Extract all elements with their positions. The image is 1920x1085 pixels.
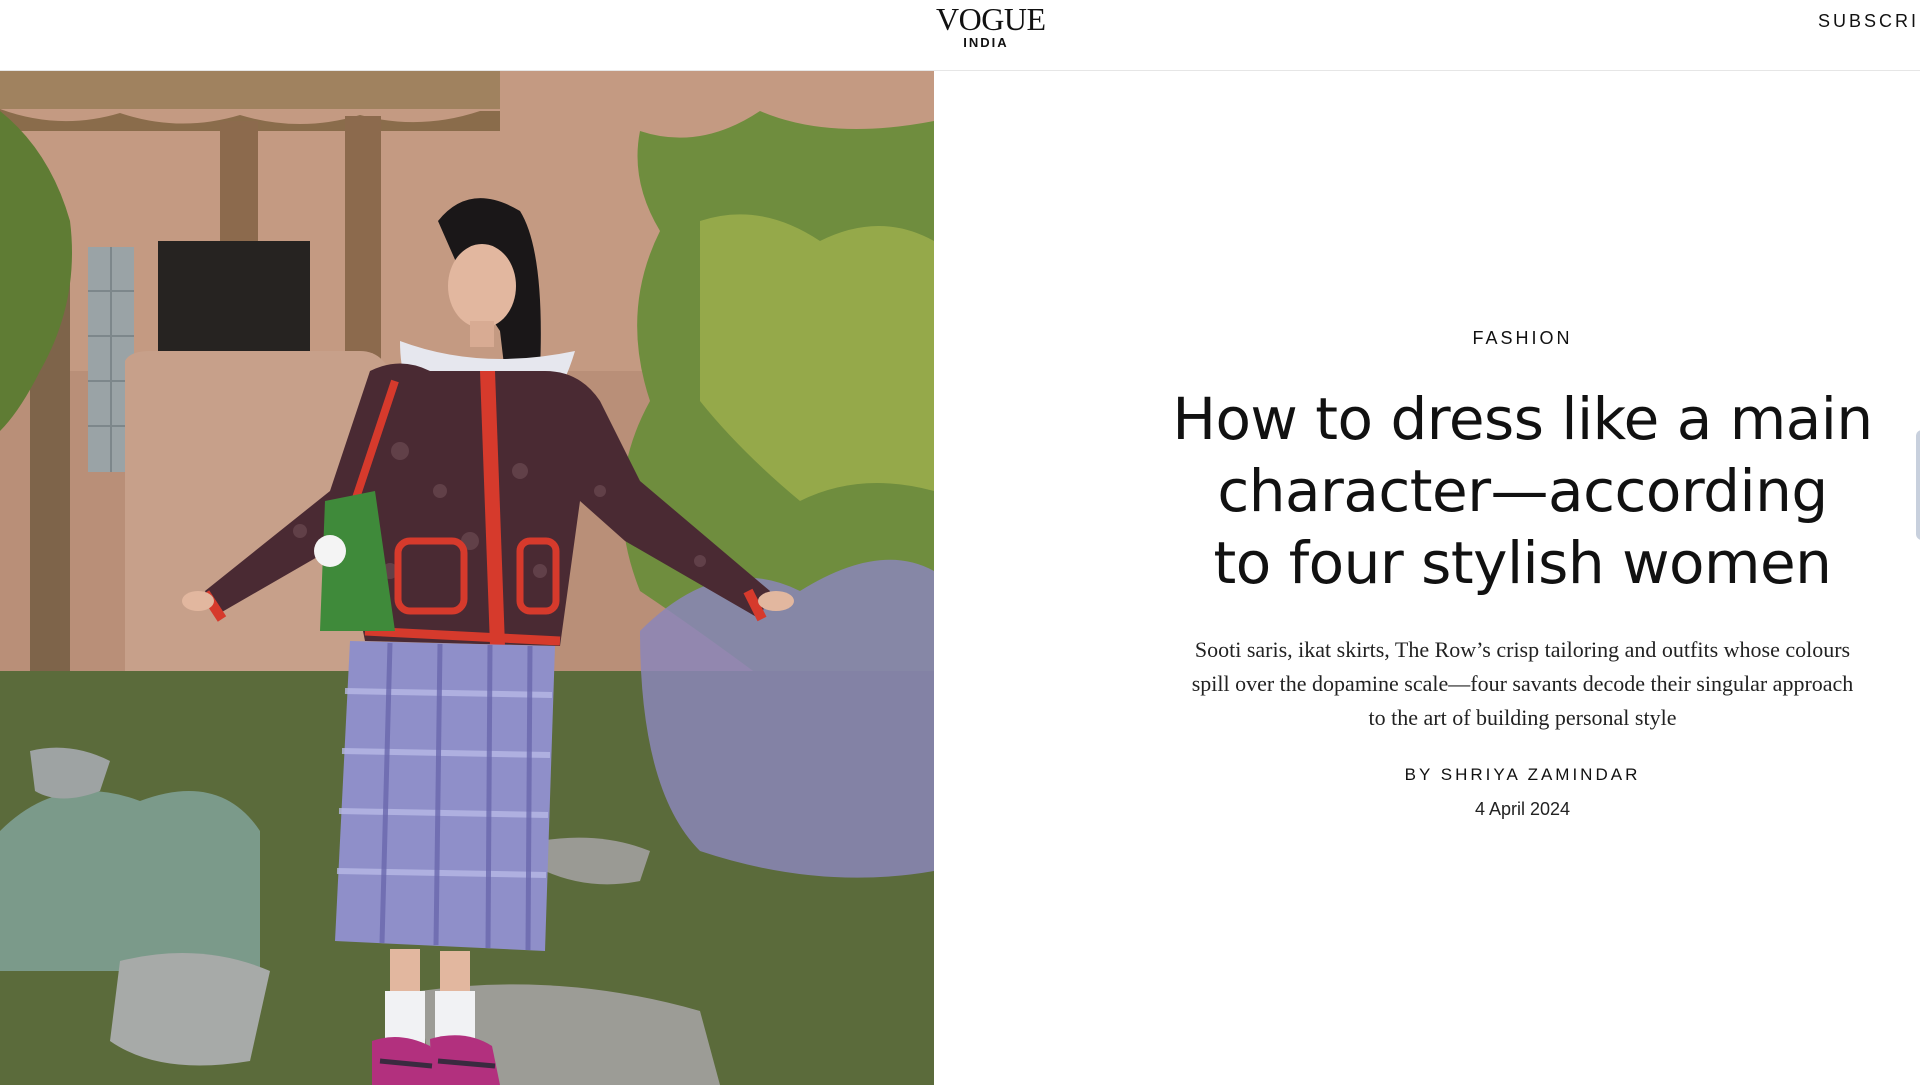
partial-element xyxy=(1916,430,1920,540)
logo-edition: INDIA xyxy=(963,35,1009,50)
hero-image xyxy=(0,71,934,1085)
logo-wordmark: VOGUE xyxy=(936,1,1046,37)
headline-line: to four stylish women xyxy=(1213,529,1832,597)
category-link[interactable]: FASHION xyxy=(1472,328,1572,349)
dek-line: Sooti saris, ikat skirts, The Row’s cris… xyxy=(1194,637,1851,662)
site-header: VOGUE INDIA SUBSCRIB xyxy=(0,0,1920,71)
article-headline: How to dress like a main character—accor… xyxy=(1155,383,1890,599)
byline-prefix: BY xyxy=(1404,765,1434,784)
article-dek: Sooti saris, ikat skirts, The Row’s cris… xyxy=(1160,633,1885,735)
vogue-india-logo[interactable]: VOGUE INDIA xyxy=(936,1,1046,50)
headline-line: How to dress like a main xyxy=(1172,385,1873,453)
byline: BY SHRIYA ZAMINDAR xyxy=(1155,765,1890,785)
hero-illustration xyxy=(0,71,934,1085)
article-header: FASHION How to dress like a main charact… xyxy=(1155,300,1890,820)
dek-line: to the art of building personal style xyxy=(1368,705,1677,730)
subscribe-link[interactable]: SUBSCRIB xyxy=(1818,11,1920,32)
author-link[interactable]: SHRIYA ZAMINDAR xyxy=(1441,765,1641,784)
headline-line: character—according xyxy=(1217,457,1828,525)
publish-date: 4 April 2024 xyxy=(1474,799,1571,819)
dek-line: spill over the dopamine scale—four savan… xyxy=(1191,671,1854,696)
